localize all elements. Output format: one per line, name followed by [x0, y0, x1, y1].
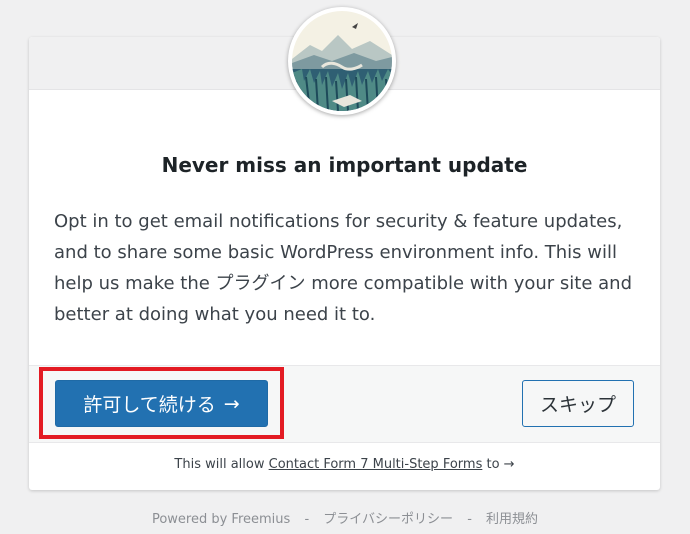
privacy-policy-link[interactable]: プライバシーポリシー [323, 512, 453, 527]
powered-by-link[interactable]: Powered by Freemius [152, 512, 290, 527]
footer: Powered by Freemius - プライバシーポリシー - 利用規約 [0, 508, 690, 527]
footer-separator: - [467, 512, 472, 527]
plugin-avatar-image [292, 11, 392, 111]
plugin-avatar [288, 7, 396, 115]
terms-link[interactable]: 利用規約 [486, 512, 538, 527]
dialog-title: Never miss an important update [161, 153, 528, 177]
arrow-right-icon: → [223, 392, 240, 415]
permissions-suffix: to [482, 457, 504, 472]
permissions-prefix: This will allow [174, 457, 269, 472]
permissions-arrow-icon[interactable]: → [504, 457, 515, 472]
allow-and-continue-label: 許可して続ける [83, 394, 216, 416]
allow-and-continue-button[interactable]: 許可して続ける → [55, 380, 268, 427]
footer-separator: - [304, 512, 310, 527]
skip-button[interactable]: スキップ [522, 380, 634, 427]
permissions-line: This will allow Contact Form 7 Multi-Ste… [29, 457, 660, 472]
plugin-link[interactable]: Contact Form 7 Multi-Step Forms [269, 457, 483, 472]
dialog-description: Opt in to get email notifications for se… [54, 211, 632, 325]
